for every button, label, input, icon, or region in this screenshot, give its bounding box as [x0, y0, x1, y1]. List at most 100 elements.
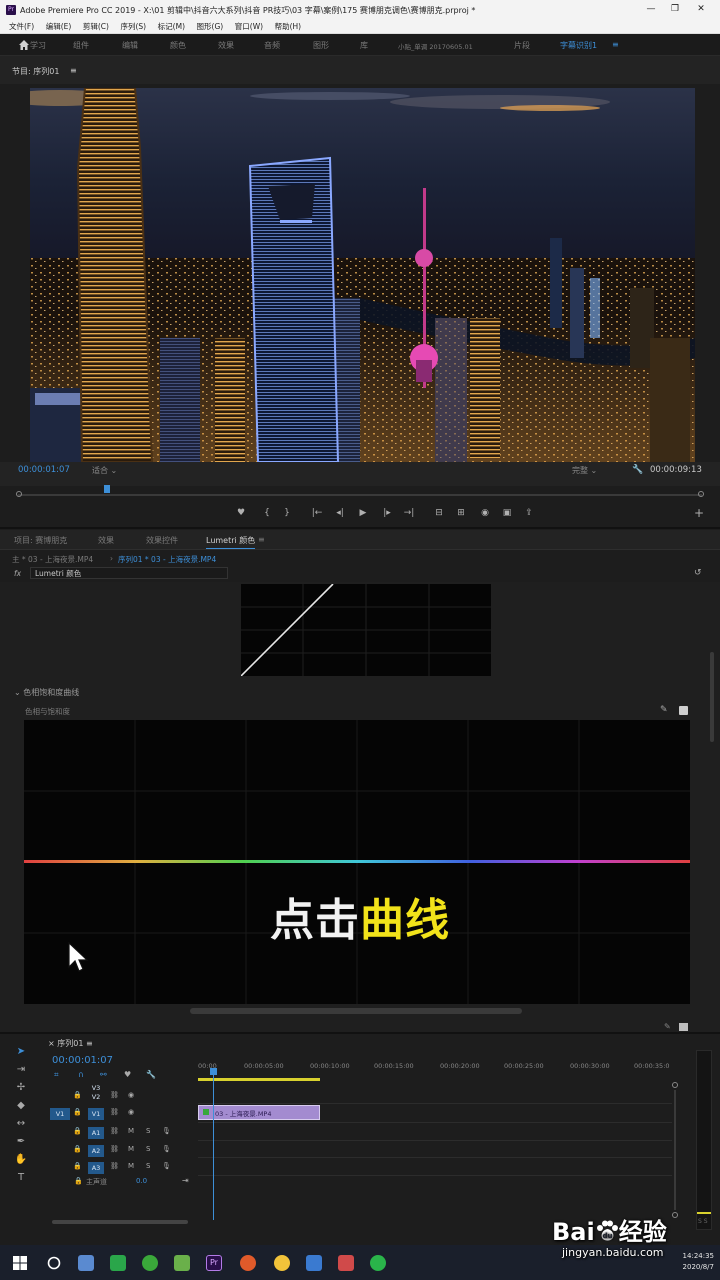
close-button[interactable]: ✕: [694, 4, 708, 16]
home-icon[interactable]: [18, 39, 30, 51]
timeline-playhead-line[interactable]: [213, 1070, 214, 1220]
workspace-audio[interactable]: 音频: [264, 40, 280, 51]
lock-icon[interactable]: 🔒: [73, 1145, 82, 1153]
extract-button[interactable]: ⊞: [454, 508, 468, 518]
export-frame-button[interactable]: ◉: [478, 508, 492, 518]
add-marker-icon[interactable]: ♥: [124, 1070, 131, 1079]
ripple-edit-tool-icon[interactable]: ✢: [14, 1082, 28, 1096]
hand-tool-icon[interactable]: ✋: [14, 1154, 28, 1168]
menu-edit[interactable]: 编辑(E): [46, 20, 72, 34]
menu-sequence[interactable]: 序列(S): [121, 20, 147, 34]
go-to-end-icon[interactable]: ⇥: [182, 1176, 189, 1185]
timeline-clip-v1[interactable]: 03 - 上海夜景.MP4: [198, 1105, 320, 1120]
tab-project[interactable]: 项目: 赛博朋克: [14, 535, 67, 546]
workspace-effects[interactable]: 效果: [218, 40, 234, 51]
enable-curve-checkbox[interactable]: [679, 706, 688, 715]
close-icon[interactable]: ×: [48, 1039, 57, 1048]
sync-lock-icon[interactable]: ⛓: [110, 1145, 119, 1153]
app-icon-4[interactable]: [174, 1255, 190, 1271]
app-icon-6[interactable]: [240, 1255, 256, 1271]
lock-icon[interactable]: 🔒: [73, 1162, 82, 1170]
solo-icon[interactable]: S: [146, 1145, 150, 1153]
mic-icon[interactable]: 🎙: [162, 1127, 171, 1135]
go-to-in-button[interactable]: |←: [310, 508, 324, 518]
mark-out-button[interactable]: }: [280, 508, 294, 518]
workspace-clips[interactable]: 片段: [514, 40, 530, 51]
panel-divider[interactable]: [0, 527, 720, 529]
panel-menu-icon[interactable]: ≡: [86, 1039, 93, 1048]
menu-file[interactable]: 文件(F): [9, 20, 34, 34]
vertical-zoom-track[interactable]: [674, 1090, 676, 1210]
tab-lumetri-color[interactable]: Lumetri 颜色: [206, 535, 256, 549]
eyedropper-icon-2[interactable]: ✎: [664, 1022, 671, 1031]
add-marker-button[interactable]: ♥: [234, 508, 248, 518]
zoom-handle-right[interactable]: [698, 491, 704, 497]
vertical-zoom-handle-top[interactable]: [672, 1082, 678, 1088]
eye-icon[interactable]: ◉: [128, 1091, 134, 1099]
workspace-captions[interactable]: 字幕识别1: [560, 40, 597, 51]
lock-icon[interactable]: 🔒: [73, 1091, 82, 1099]
play-button[interactable]: ▶: [356, 508, 370, 518]
app-icon-8[interactable]: [306, 1255, 322, 1271]
source-patch-v1[interactable]: V1: [50, 1108, 70, 1120]
effect-dropdown[interactable]: Lumetri 颜色: [30, 567, 228, 579]
sync-lock-icon[interactable]: ⛓: [110, 1108, 119, 1116]
timeline-horizontal-scrollbar[interactable]: [52, 1220, 188, 1224]
track-v1-label[interactable]: V1: [88, 1108, 104, 1120]
app-icon-2[interactable]: [110, 1255, 126, 1271]
zoom-handle-left[interactable]: [16, 491, 22, 497]
step-forward-button[interactable]: |▸: [380, 508, 394, 518]
sequence-clip-label[interactable]: 序列01 * 03 - 上海夜景.MP4: [118, 554, 216, 565]
app-icon-7[interactable]: [274, 1255, 290, 1271]
monitor-playhead-handle[interactable]: [104, 485, 110, 493]
master-clip-label[interactable]: 主 * 03 - 上海夜景.MP4: [12, 554, 93, 565]
tab-effect-controls[interactable]: 效果控件: [146, 535, 178, 546]
timeline-settings-wrench-icon[interactable]: 🔧: [146, 1070, 156, 1079]
eyedropper-icon[interactable]: ✎: [660, 705, 668, 715]
menu-window[interactable]: 窗口(W): [235, 20, 263, 34]
workspace-assembly[interactable]: 组件: [73, 40, 89, 51]
mute-icon[interactable]: M: [128, 1145, 134, 1153]
fit-dropdown[interactable]: 适合 ⌄: [92, 465, 142, 477]
menu-graphics[interactable]: 图形(G): [197, 20, 224, 34]
solo-icon[interactable]: S: [146, 1127, 150, 1135]
hue-saturation-curve-graph[interactable]: [24, 720, 690, 1004]
search-icon[interactable]: [46, 1255, 62, 1271]
checkbox-2[interactable]: [679, 1023, 688, 1031]
audio-meter-solo-labels[interactable]: S S: [698, 1218, 708, 1225]
mic-icon[interactable]: 🎙: [162, 1145, 171, 1153]
fx-badge[interactable]: fx: [14, 569, 21, 578]
monitor-scrub-bar[interactable]: [18, 494, 702, 496]
vertical-scrollbar[interactable]: [710, 652, 714, 742]
horizontal-scrollbar[interactable]: [190, 1008, 522, 1014]
panel-menu-icon[interactable]: ≡: [70, 66, 77, 75]
track-a2-label[interactable]: A2: [88, 1145, 104, 1157]
razor-tool-icon[interactable]: ◆: [14, 1100, 28, 1114]
workspace-graphics[interactable]: 图形: [313, 40, 329, 51]
workspace-editing[interactable]: 编辑: [122, 40, 138, 51]
lock-icon[interactable]: 🔒: [73, 1108, 82, 1116]
track-select-tool-icon[interactable]: ⇥: [14, 1064, 28, 1078]
timeline-playhead-handle[interactable]: [210, 1068, 217, 1075]
workspace-libraries[interactable]: 库: [360, 40, 368, 51]
type-tool-icon[interactable]: T: [14, 1172, 28, 1186]
wrench-settings-icon[interactable]: 🔧: [632, 465, 643, 475]
playback-resolution-dropdown[interactable]: 完整 ⌄: [572, 465, 622, 477]
solo-icon[interactable]: S: [146, 1162, 150, 1170]
slip-tool-icon[interactable]: ↔: [14, 1118, 28, 1132]
step-back-button[interactable]: ◂|: [333, 508, 347, 518]
rgb-curve-graph[interactable]: [241, 584, 491, 676]
vertical-zoom-handle-bottom[interactable]: [672, 1212, 678, 1218]
pen-tool-icon[interactable]: ✒: [14, 1136, 28, 1150]
menu-help[interactable]: 帮助(H): [275, 20, 302, 34]
snap-magnet-icon[interactable]: ∩: [78, 1070, 84, 1079]
maximize-button[interactable]: ❐: [668, 4, 682, 16]
eye-icon[interactable]: ◉: [128, 1108, 134, 1116]
workspace-color[interactable]: 颜色: [170, 40, 186, 51]
track-a1-label[interactable]: A1: [88, 1127, 104, 1139]
sync-lock-icon[interactable]: ⛓: [110, 1091, 119, 1099]
menu-marker[interactable]: 标记(M): [158, 20, 185, 34]
master-volume-value[interactable]: 0.0: [136, 1177, 147, 1185]
track-a3-label[interactable]: A3: [88, 1162, 104, 1174]
share-button[interactable]: ⇪: [522, 508, 536, 518]
